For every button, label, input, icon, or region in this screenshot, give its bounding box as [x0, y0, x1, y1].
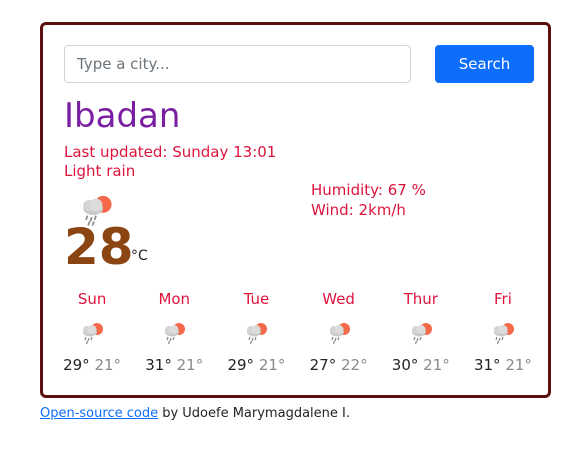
forecast-day: Mon 31° 21°: [133, 289, 215, 375]
humidity-text: Humidity: 67 %: [311, 181, 426, 199]
weather-description: Light rain: [64, 162, 136, 180]
forecast-min-temp: 21°: [94, 356, 122, 374]
search-button[interactable]: Search: [435, 45, 534, 83]
forecast-max-temp: 31°: [145, 356, 172, 374]
forecast-row: Sun 29° 21° Mon 31° 21° Tue 29° 21° Wed …: [51, 289, 544, 375]
forecast-temps: 30° 21°: [380, 355, 462, 375]
forecast-day: Sun 29° 21°: [51, 289, 133, 375]
forecast-day-name: Sun: [77, 290, 107, 308]
forecast-temps: 27° 22°: [298, 355, 380, 375]
city-search-input[interactable]: [64, 45, 411, 83]
forecast-max-temp: 31°: [473, 356, 501, 374]
rain-cloud-sun-icon: [247, 323, 268, 345]
footer-credit: by Udoefe Marymagdalene I.: [158, 406, 350, 421]
forecast-day-name: Fri: [494, 290, 512, 308]
forecast-day-name: Wed: [322, 290, 355, 308]
rain-cloud-sun-icon: [165, 323, 186, 345]
forecast-day: Thur 30° 21°: [380, 289, 462, 375]
rain-cloud-sun-icon: [329, 323, 350, 345]
city-name: Ibadan: [64, 96, 181, 136]
forecast-max-temp: 30°: [391, 356, 419, 374]
last-updated-text: Last updated: Sunday 13:01: [64, 143, 277, 161]
forecast-min-temp: 21°: [176, 356, 204, 374]
rain-cloud-sun-icon: [493, 323, 514, 345]
rain-cloud-sun-icon: [83, 323, 104, 345]
forecast-min-temp: 21°: [423, 356, 450, 374]
temperature-unit: °C: [131, 248, 148, 264]
forecast-max-temp: 29°: [63, 356, 90, 374]
forecast-max-temp: 29°: [227, 356, 255, 374]
forecast-min-temp: 21°: [258, 356, 286, 374]
forecast-day: Wed 27° 22°: [298, 289, 380, 375]
forecast-day: Tue 29° 21°: [215, 289, 297, 375]
forecast-min-temp: 21°: [505, 356, 532, 374]
forecast-temps: 29° 21°: [215, 355, 297, 375]
forecast-temps: 31° 21°: [133, 355, 215, 375]
wind-text: Wind: 2km/h: [311, 201, 406, 219]
weather-card: Search Ibadan Last updated: Sunday 13:01…: [40, 22, 551, 398]
forecast-temps: 29° 21°: [51, 355, 133, 375]
rain-cloud-sun-icon: [411, 323, 432, 345]
forecast-day: Fri 31° 21°: [462, 289, 544, 375]
forecast-min-temp: 22°: [340, 356, 368, 374]
forecast-temps: 31° 21°: [462, 355, 544, 375]
current-temperature: 28: [64, 218, 134, 276]
forecast-day-name: Mon: [158, 290, 191, 308]
source-code-link[interactable]: Open-source code: [40, 406, 158, 421]
forecast-max-temp: 27°: [309, 356, 337, 374]
footer: Open-source code by Udoefe Marymagdalene…: [40, 405, 350, 423]
forecast-day-name: Thur: [403, 290, 438, 308]
forecast-day-name: Tue: [243, 290, 270, 308]
